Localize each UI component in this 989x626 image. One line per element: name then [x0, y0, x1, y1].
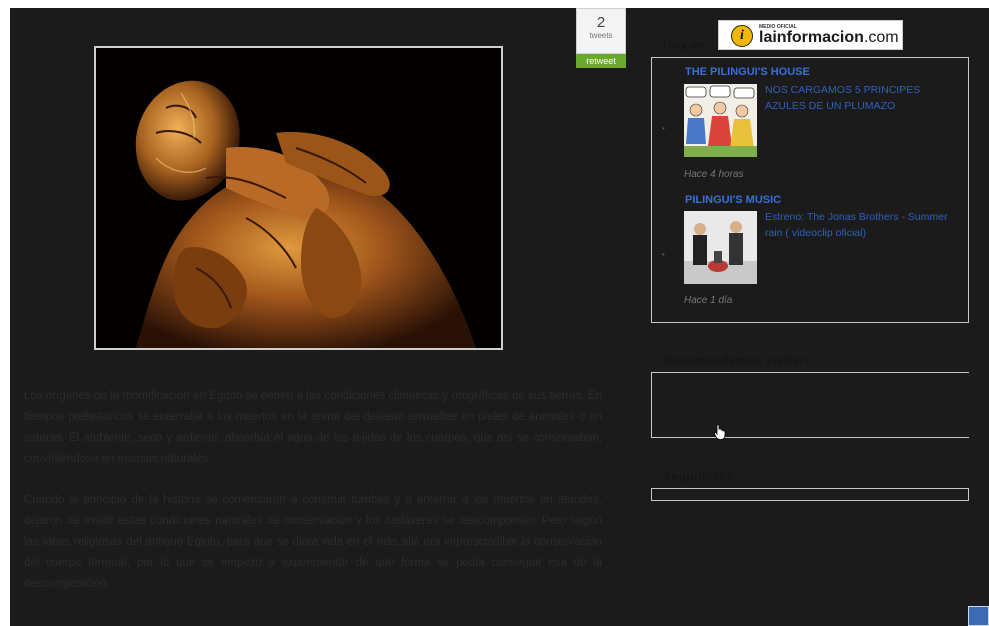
news-timestamp: Hace 4 horas [684, 169, 744, 180]
mouse-cursor-icon [714, 424, 728, 445]
followers-heading: Seguidores [663, 469, 734, 483]
news-section-title[interactable]: PILINGUI'S MUSIC [685, 194, 781, 206]
followers-box [651, 488, 969, 501]
news-timestamp: Hace 1 día [684, 295, 733, 306]
logo-tld: .com [863, 29, 899, 46]
logo-wordmark: lainformacion.com [759, 29, 899, 47]
news-widget: THE PILINGUI'S HOUSE • NOS CARGAMOS 5 PR… [651, 57, 969, 323]
bullet-icon: • [662, 250, 665, 259]
news-section-title[interactable]: THE PILINGUI'S HOUSE [685, 66, 810, 78]
comic-thumbnail[interactable] [684, 84, 757, 157]
article-paragraph-1: Los orígenes de la momificación en Egipt… [24, 390, 602, 465]
mummy-photo [94, 46, 503, 350]
recommend-heading: Recomendamos visitar: [663, 353, 809, 367]
band-thumbnail[interactable] [684, 211, 757, 284]
today-heading: Hoy en [663, 38, 707, 52]
tweet-count: 2 [596, 14, 606, 31]
lainformacion-logo[interactable]: i MEDIO OFICIAL lainformacion.com [718, 20, 903, 50]
logo-brand: lainformacion [759, 29, 864, 46]
tweet-counter: 2 tweets retweet [576, 8, 626, 70]
page-background: LA MOMIFICACIÓN EN EL ANTIGUO EGIPTO 2 t… [10, 8, 989, 626]
recommend-box [651, 372, 969, 438]
bullet-icon: • [662, 124, 665, 133]
article-paragraph-2: Cuando al principio de la historia se co… [24, 494, 602, 590]
info-icon: i [731, 25, 753, 47]
tweet-count-box: 2 tweets [576, 8, 626, 54]
news-link[interactable]: Estreno: The Jonas Brothers - Summer rai… [765, 209, 950, 241]
article-title: LA MOMIFICACIÓN EN EL ANTIGUO EGIPTO [26, 16, 501, 41]
news-link[interactable]: NOS CARGAMOS 5 PRINCIPES AZULES DE UN PL… [765, 82, 950, 114]
tweet-count-label: tweets [589, 31, 613, 40]
corner-widget-button[interactable] [968, 606, 989, 626]
retweet-button[interactable]: retweet [576, 54, 626, 68]
article-body: Los orígenes de la momificación en Egipt… [24, 386, 602, 615]
